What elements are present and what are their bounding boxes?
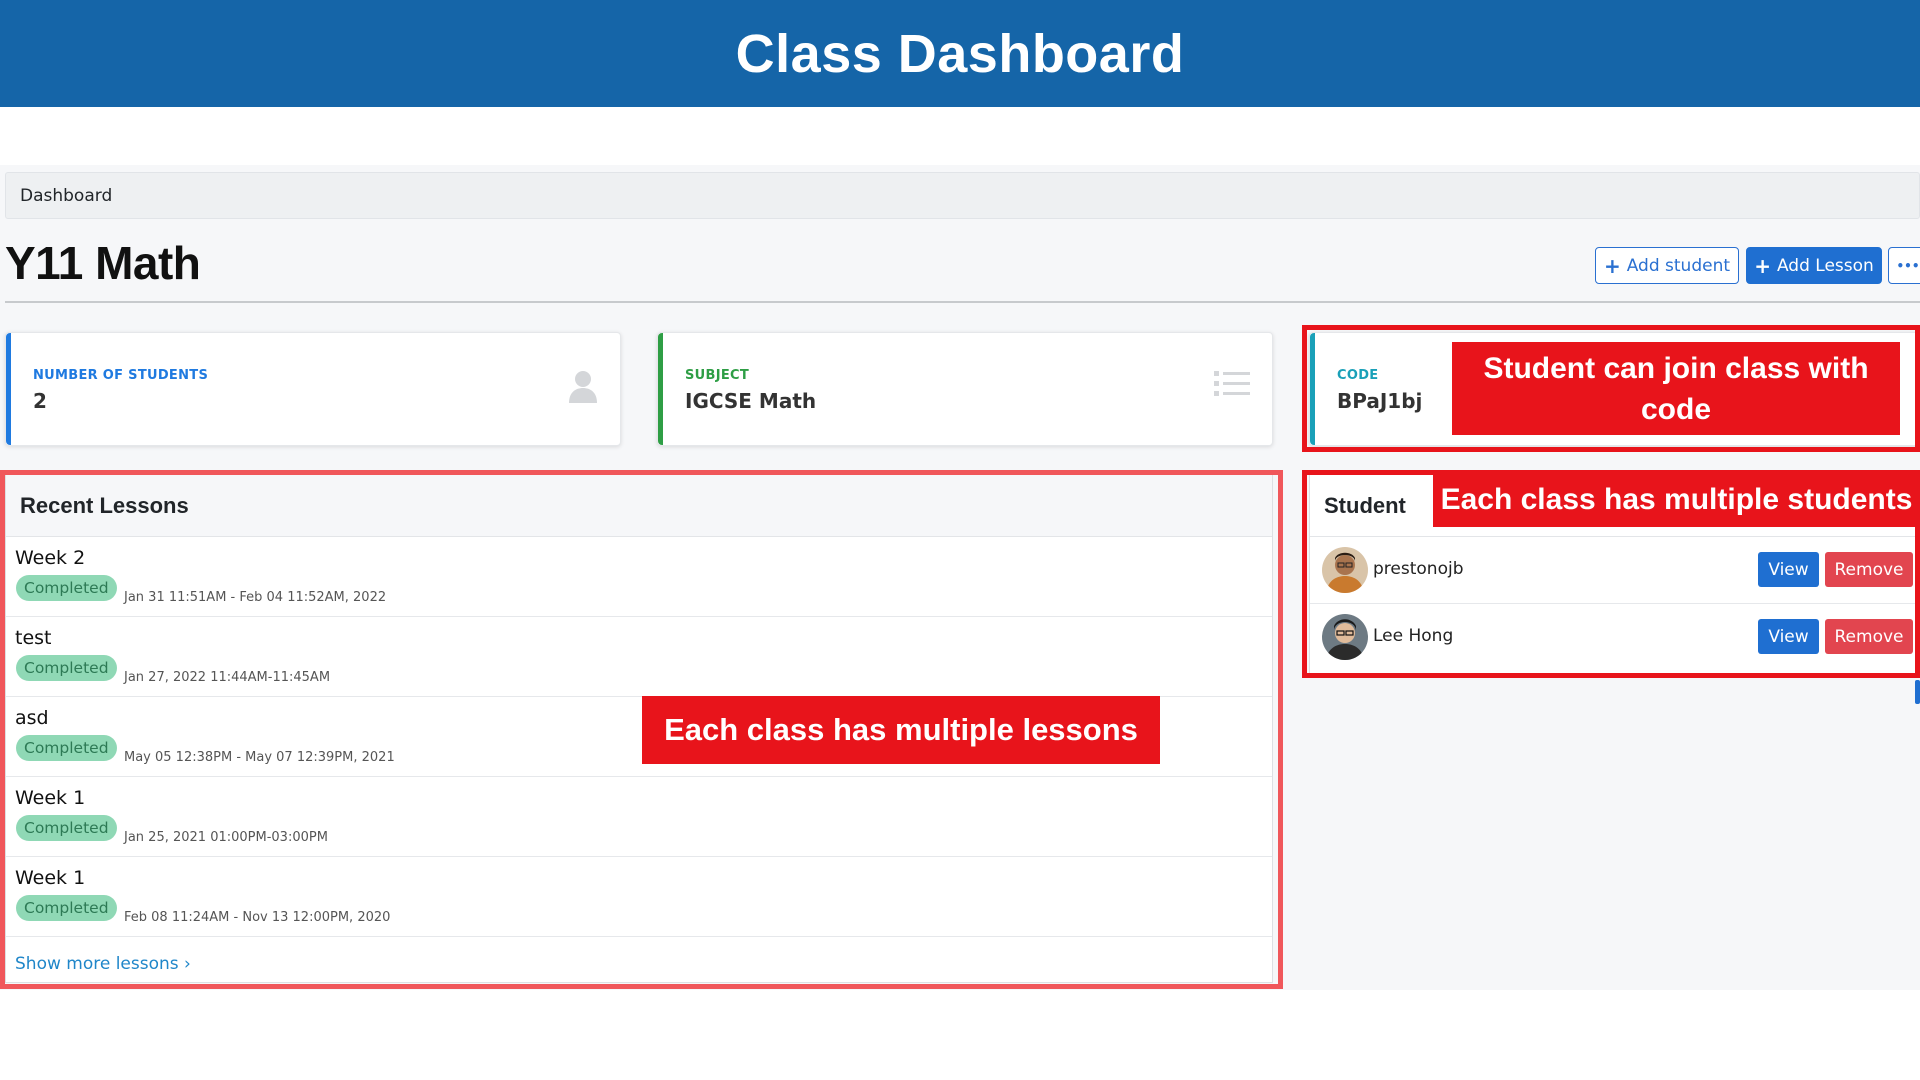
add-lesson-button[interactable]: + Add Lesson	[1746, 247, 1882, 284]
card-accent	[6, 333, 11, 445]
card-accent	[658, 333, 663, 445]
code-annotation: Student can join class with code	[1452, 342, 1900, 435]
scroll-indicator	[1915, 680, 1920, 704]
lessons-annotation: Each class has multiple lessons	[642, 696, 1160, 764]
list-icon	[1214, 369, 1250, 403]
breadcrumb-dashboard[interactable]: Dashboard	[20, 186, 112, 206]
page-title: Y11 Math	[5, 237, 201, 289]
banner-title: Class Dashboard	[735, 23, 1185, 84]
plus-icon: +	[1754, 253, 1771, 278]
add-lesson-label: Add Lesson	[1776, 255, 1874, 276]
title-divider	[5, 301, 1920, 303]
students-count-card: NUMBER OF STUDENTS 2	[5, 332, 621, 446]
students-annotation: Each class has multiple students	[1433, 472, 1920, 527]
students-count-value: 2	[33, 389, 47, 413]
subject-card: SUBJECT IGCSE Math	[657, 332, 1273, 446]
plus-icon: +	[1603, 253, 1621, 278]
breadcrumb: Dashboard	[5, 172, 1920, 219]
subject-label: SUBJECT	[685, 368, 750, 383]
students-count-label: NUMBER OF STUDENTS	[33, 368, 209, 383]
banner: Class Dashboard	[0, 0, 1920, 107]
subject-value: IGCSE Math	[685, 389, 817, 413]
add-student-label: Add student	[1626, 255, 1731, 276]
more-options-button[interactable]: •••	[1888, 247, 1920, 284]
person-icon	[568, 369, 598, 409]
ellipsis-icon: •••	[1896, 258, 1920, 273]
add-student-button[interactable]: + Add student	[1595, 247, 1739, 284]
